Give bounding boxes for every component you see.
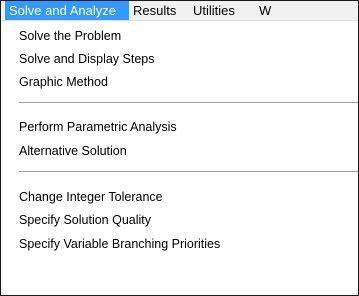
menu-utilities[interactable]: Utilities — [193, 1, 235, 20]
menu-item-specify-solution-quality[interactable]: Specify Solution Quality — [19, 210, 151, 230]
menu-bar: Solve and Analyze Results Utilities W — [1, 1, 358, 21]
menu-results[interactable]: Results — [133, 1, 176, 20]
menu-item-perform-parametric-analysis[interactable]: Perform Parametric Analysis — [19, 117, 177, 137]
menu-item-specify-variable-branching-priorities[interactable]: Specify Variable Branching Priorities — [19, 234, 220, 254]
solve-and-analyze-dropdown: Solve the Problem Solve and Display Step… — [1, 21, 358, 295]
menu-separator — [19, 102, 358, 104]
menu-w-truncated[interactable]: W — [259, 1, 271, 20]
menu-item-solve-the-problem[interactable]: Solve the Problem — [19, 26, 121, 46]
menu-item-alternative-solution[interactable]: Alternative Solution — [19, 141, 127, 161]
menu-separator — [19, 171, 358, 173]
menu-item-solve-and-display-steps[interactable]: Solve and Display Steps — [19, 49, 155, 69]
menu-solve-and-analyze[interactable]: Solve and Analyze — [5, 1, 129, 20]
menu-item-change-integer-tolerance[interactable]: Change Integer Tolerance — [19, 187, 163, 207]
application-window: Solve and Analyze Results Utilities W So… — [0, 0, 359, 296]
menu-item-graphic-method[interactable]: Graphic Method — [19, 72, 108, 92]
